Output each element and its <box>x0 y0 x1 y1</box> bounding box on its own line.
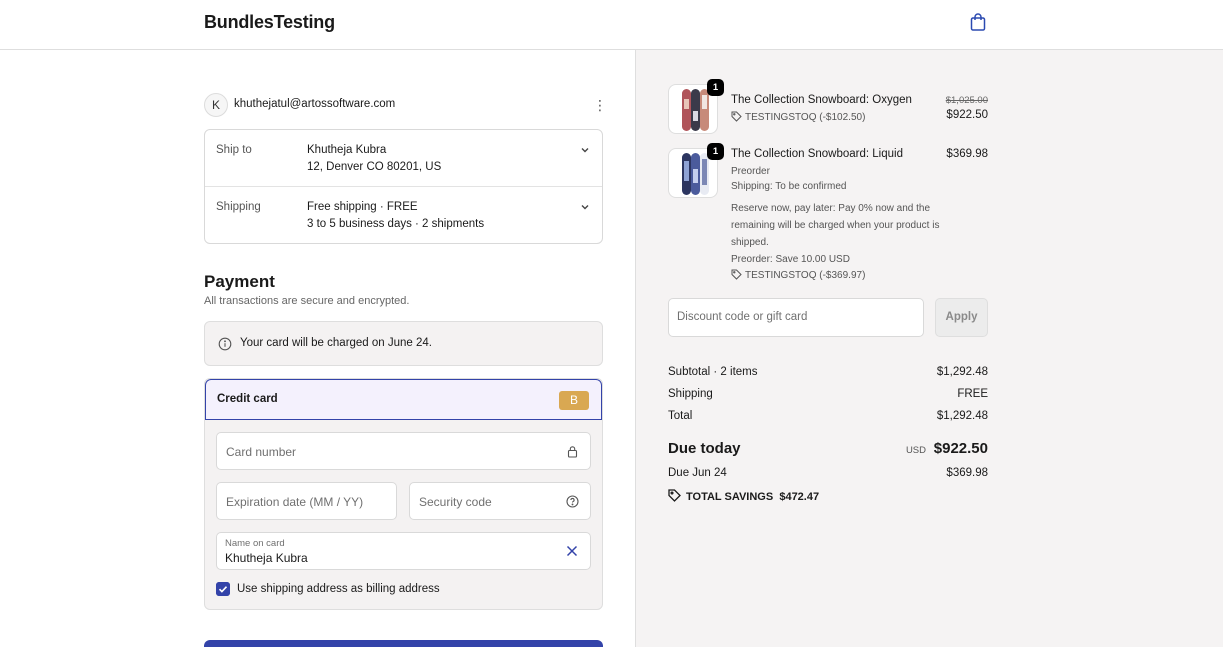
name-on-card-value: Khutheja Kubra <box>225 551 308 565</box>
chevron-down-icon[interactable] <box>579 201 591 213</box>
item-preorder-save: Preorder: Save 10.00 USD <box>731 254 850 265</box>
savings-tag-icon <box>668 489 681 502</box>
shipping-row[interactable]: Shipping Free shipping · FREE 3 to 5 bus… <box>205 187 602 244</box>
ship-to-address: 12, Denver CO 80201, US <box>307 161 442 173</box>
checkbox-checked-icon[interactable] <box>216 582 230 596</box>
ship-to-label: Ship to <box>216 144 252 156</box>
clear-icon[interactable] <box>565 544 579 558</box>
more-options-icon[interactable]: ⋮ <box>593 97 607 113</box>
card-number-placeholder: Card number <box>226 445 297 459</box>
shipping-method: Free shipping · FREE <box>307 201 418 213</box>
item-preorder: Preorder <box>731 166 770 177</box>
total-label: Total <box>668 410 693 422</box>
item-name: The Collection Snowboard: Oxygen <box>731 94 912 106</box>
expiration-placeholder: Expiration date (MM / YY) <box>226 495 364 509</box>
credit-card-option[interactable]: Credit card B <box>205 379 602 420</box>
pay-now-button[interactable] <box>204 640 603 647</box>
account-email: khuthejatul@artossoftware.com <box>234 98 396 110</box>
item-name: The Collection Snowboard: Liquid <box>731 148 903 160</box>
item-reserve-note: Reserve now, pay later: Pay 0% now and t… <box>731 203 940 248</box>
savings-value: $472.47 <box>779 491 820 503</box>
payment-title: Payment <box>204 272 275 291</box>
item-price: $922.50 <box>946 109 988 121</box>
shipping-summary-label: Shipping <box>668 388 713 400</box>
expiration-date-input[interactable]: Expiration date (MM / YY) <box>216 482 397 520</box>
line-item: 1 The Collection Snowboard: Oxygen TESTI… <box>668 79 988 134</box>
card-number-input[interactable]: Card number <box>216 432 591 470</box>
brand-title[interactable]: BundlesTesting <box>204 12 335 33</box>
ship-to-row[interactable]: Ship to Khutheja Kubra 12, Denver CO 802… <box>205 130 602 187</box>
subtotal-value: $1,292.48 <box>936 366 988 378</box>
discount-placeholder: Discount code or gift card <box>677 311 808 323</box>
due-today-row: Due today USD $922.50 <box>668 440 988 460</box>
order-summary-panel <box>635 50 1223 647</box>
item-discount: TESTINGSTOQ (-$102.50) <box>731 111 865 123</box>
name-on-card-label: Name on card <box>225 538 285 549</box>
billing-address-label: Use shipping address as billing address <box>237 583 440 595</box>
item-discount-text: TESTINGSTOQ (-$102.50) <box>745 112 866 123</box>
quantity-badge: 1 <box>707 143 724 160</box>
help-icon[interactable] <box>566 495 579 508</box>
due-today-value: $922.50 <box>933 440 988 457</box>
card-brand-badge: B <box>559 391 589 410</box>
review-box: Ship to Khutheja Kubra 12, Denver CO 802… <box>204 129 603 244</box>
due-later-label: Due Jun 24 <box>668 467 727 479</box>
info-icon <box>218 337 232 351</box>
header: BundlesTesting <box>0 0 1223 50</box>
due-today-label: Due today <box>668 440 741 457</box>
item-discount-text: TESTINGSTOQ (-$369.97) <box>745 270 866 281</box>
shipping-detail: 3 to 5 business days · 2 shipments <box>307 218 485 230</box>
security-code-input[interactable]: Security code <box>409 482 591 520</box>
name-on-card-input[interactable]: Name on card Khutheja Kubra <box>216 532 591 570</box>
security-code-placeholder: Security code <box>419 495 492 509</box>
payment-subtitle: All transactions are secure and encrypte… <box>204 295 410 307</box>
charge-notice-text: Your card will be charged on June 24. <box>240 337 433 349</box>
chevron-down-icon[interactable] <box>579 144 591 156</box>
subtotal-label: Subtotal · 2 items <box>668 366 758 378</box>
credit-card-section: Credit card B Card number Expiration dat… <box>204 378 603 610</box>
item-discount: TESTINGSTOQ (-$369.97) <box>731 269 865 281</box>
discount-code-input[interactable]: Discount code or gift card <box>668 298 924 337</box>
item-original-price: $1,025.00 <box>945 95 988 106</box>
shopping-bag-icon[interactable] <box>968 12 988 32</box>
lock-icon <box>567 446 578 458</box>
tag-icon <box>731 269 742 280</box>
account-row: K khuthejatul@artossoftware.com ⋮ <box>204 93 607 117</box>
savings-label: TOTAL SAVINGS <box>686 491 774 503</box>
quantity-badge: 1 <box>707 79 724 96</box>
total-savings: TOTAL SAVINGS $472.47 <box>668 489 819 503</box>
shipping-summary-value: FREE <box>957 388 988 400</box>
item-shipping-note: Shipping: To be confirmed <box>731 181 847 192</box>
credit-card-label: Credit card <box>217 393 278 405</box>
currency-code: USD <box>905 445 926 456</box>
total-value: $1,292.48 <box>936 410 988 422</box>
charge-notice: Your card will be charged on June 24. <box>204 321 603 366</box>
shipping-label: Shipping <box>216 201 261 213</box>
due-later-value: $369.98 <box>946 467 988 479</box>
tag-icon <box>731 111 742 122</box>
apply-button[interactable]: Apply <box>935 298 988 337</box>
avatar: K <box>204 93 228 117</box>
item-price: $369.98 <box>946 148 988 160</box>
line-item: 1 The Collection Snowboard: Liquid Preor… <box>668 143 988 288</box>
ship-to-name: Khutheja Kubra <box>307 144 387 156</box>
